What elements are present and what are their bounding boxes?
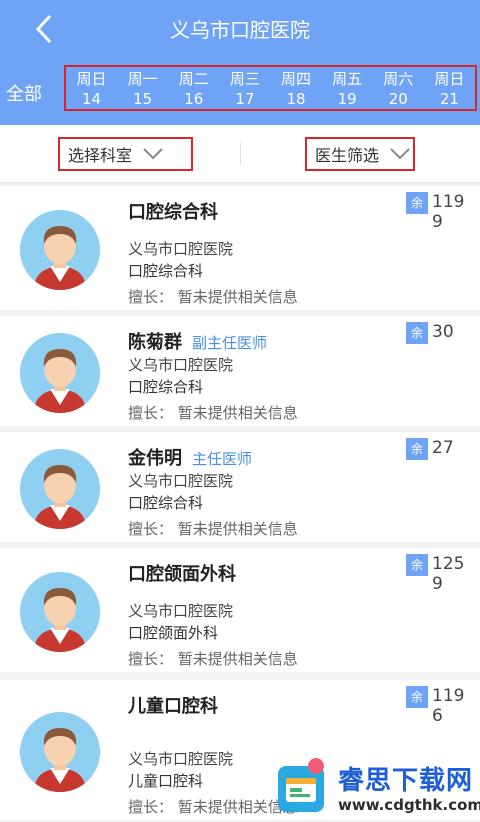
avatar <box>20 572 100 652</box>
hospital-name: 义乌市口腔医院 <box>128 750 234 768</box>
avatar <box>20 712 100 792</box>
avatar <box>20 333 100 413</box>
remaining-badge: 余 <box>406 438 428 460</box>
list-item[interactable]: 陈菊群 副主任医师 义乌市口腔医院 口腔综合科擅长： 暂未提供相关信息 余 30 <box>0 316 480 426</box>
item-name: 陈菊群 副主任医师 <box>128 332 268 353</box>
specialty-text: 擅长： 暂未提供相关信息 <box>128 404 298 422</box>
list-item[interactable]: 金伟明 主任医师 义乌市口腔医院 口腔综合科擅长： 暂未提供相关信息 余 27 <box>0 432 480 542</box>
filter-bar: 选择科室 医生筛选 <box>0 125 480 183</box>
remaining-count: 27 <box>432 438 454 458</box>
remaining-count: 1259 <box>432 554 465 594</box>
page-title: 义乌市口腔医院 <box>170 18 310 42</box>
department-name: 口腔综合科 <box>128 262 204 280</box>
item-name: 儿童口腔科 <box>128 696 218 717</box>
watermark: 睿思下载网 www.cdgthk.com <box>272 752 480 822</box>
remaining-badge: 余 <box>406 554 428 576</box>
chevron-down-icon <box>390 148 410 160</box>
divider <box>240 143 241 165</box>
remaining-badge: 余 <box>406 322 428 344</box>
hospital-name: 义乌市口腔医院 <box>128 240 234 258</box>
remaining-count: 30 <box>432 322 454 342</box>
date-tab[interactable]: 周四 18 <box>271 67 322 109</box>
chevron-down-icon <box>143 148 163 160</box>
watermark-url: www.cdgthk.com <box>338 796 480 814</box>
specialty-text: 擅长： 暂未提供相关信息 <box>128 288 298 306</box>
department-select[interactable]: 选择科室 <box>58 137 193 171</box>
specialty-text: 擅长： 暂未提供相关信息 <box>128 650 298 668</box>
remaining-badge: 余 <box>406 686 428 708</box>
remaining-count: 1199 <box>432 192 465 232</box>
remaining-count: 1196 <box>432 686 465 726</box>
department-name: 口腔综合科 <box>128 494 204 512</box>
department-name: 儿童口腔科 <box>128 772 204 790</box>
avatar <box>20 210 100 290</box>
date-tab[interactable]: 周三 17 <box>219 67 270 109</box>
doctor-title: 主任医师 <box>192 450 253 468</box>
date-tab[interactable]: 周一 15 <box>117 67 168 109</box>
hospital-name: 义乌市口腔医院 <box>128 602 234 620</box>
doctor-filter-select[interactable]: 医生筛选 <box>305 137 415 171</box>
remaining-badge: 余 <box>406 192 428 214</box>
list-item[interactable]: 口腔颌面外科 义乌市口腔医院 口腔颌面外科擅长： 暂未提供相关信息 余 1259 <box>0 548 480 672</box>
hospital-name: 义乌市口腔医院 <box>128 356 234 374</box>
hospital-name: 义乌市口腔医院 <box>128 472 234 490</box>
item-name: 口腔综合科 <box>128 202 218 223</box>
week-date-selector: 周日 14 周一 15 周二 16 周三 17 周四 18 周五 19 周六 20 周日 21 <box>64 65 477 111</box>
department-name: 口腔颌面外科 <box>128 624 219 642</box>
watermark-logo-icon <box>272 756 332 816</box>
date-tab[interactable]: 周六 20 <box>373 67 424 109</box>
date-tab[interactable]: 周二 16 <box>168 67 219 109</box>
date-tab[interactable]: 周日 14 <box>66 67 117 109</box>
date-tab[interactable]: 周日 21 <box>424 67 475 109</box>
specialty-text: 擅长： 暂未提供相关信息 <box>128 520 298 538</box>
avatar <box>20 449 100 529</box>
header-bar: 义乌市口腔医院 全部 周日 14 周一 15 周二 16 周三 17 周四 18 周五 19… <box>0 0 480 125</box>
all-dates-tab[interactable]: 全部 <box>6 80 42 106</box>
doctor-title: 副主任医师 <box>192 334 268 352</box>
item-name: 金伟明 主任医师 <box>128 448 253 469</box>
watermark-title: 睿思下载网 <box>338 766 474 796</box>
date-tab[interactable]: 周五 19 <box>322 67 373 109</box>
department-name: 口腔综合科 <box>128 378 204 396</box>
list-item[interactable]: 口腔综合科 义乌市口腔医院 口腔综合科 擅长： 暂未提供相关信息余 1199 <box>0 186 480 310</box>
item-name: 口腔颌面外科 <box>128 564 236 585</box>
